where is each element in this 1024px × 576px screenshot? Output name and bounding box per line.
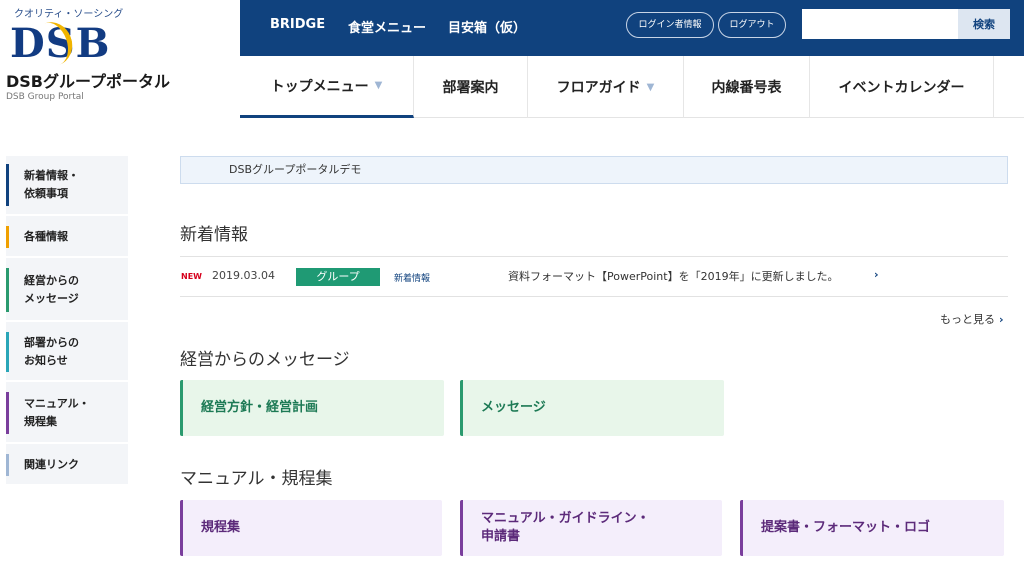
tab-top-menu[interactable]: トップメニュー ▼ [240,56,414,118]
card-proposals-formats[interactable]: 提案書・フォーマット・ロゴ [740,500,1004,556]
sidebar-accent [6,454,9,476]
portal-subtitle: DSB Group Portal [6,92,84,102]
card-manuals-guidelines[interactable]: マニュアル・ガイドライン・ 申請書 [460,500,722,556]
tab-label: 部署案内 [442,80,499,96]
more-link[interactable]: もっと見る › [940,311,1004,327]
logo-tagline: クオリティ・ソーシング [14,9,124,20]
card-label: 規程集 [201,520,241,535]
portal-banner: DSBグループポータルデモ [180,156,1008,184]
news-category: 新着情報 [394,274,431,284]
sidebar-item-news[interactable]: 新着情報・ 依頼事項 [6,156,128,216]
sidebar-accent [6,332,9,372]
sidebar: 新着情報・ 依頼事項 各種情報 経営からの メッセージ 部署からの お知らせ マ… [6,156,128,486]
card-label: マニュアル・ガイドライン・ 申請書 [481,511,650,544]
sidebar-accent [6,392,9,434]
tab-label: トップメニュー [270,78,369,95]
sidebar-item-info[interactable]: 各種情報 [6,218,128,258]
sidebar-item-label: 各種情報 [24,230,68,243]
sidebar-accent [6,164,9,206]
more-link-label: もっと見る [940,313,995,326]
link-bridge[interactable]: BRIDGE [270,17,325,32]
sidebar-accent [6,268,9,312]
sidebar-item-department[interactable]: 部署からの お知らせ [6,324,128,382]
chevron-down-icon: ▼ [646,81,655,93]
sidebar-item-management[interactable]: 経営からの メッセージ [6,260,128,322]
card-label: 提案書・フォーマット・ロゴ [761,520,931,535]
tab-extension-list[interactable]: 内線番号表 [684,56,810,118]
tab-label: イベントカレンダー [838,80,965,96]
sidebar-item-label: 新着情報・ 依頼事項 [24,169,79,200]
search-button[interactable]: 検索 [958,9,1010,39]
tab-departments[interactable]: 部署案内 [414,56,528,118]
news-item-link[interactable]: 資料フォーマット【PowerPoint】を「2019年」に更新しました。 [508,268,839,284]
sidebar-accent [6,226,9,248]
tab-floor-guide[interactable]: フロアガイド ▼ [528,56,684,118]
card-label: メッセージ [481,400,546,415]
management-heading: 経営からのメッセージ [180,350,350,370]
dsb-logo-mark: DSB [10,16,110,72]
tab-label: フロアガイド [556,80,641,96]
chevron-right-icon: › [999,313,1004,326]
logo-block[interactable]: クオリティ・ソーシング DSB DSBグループポータル DSB Group Po… [0,0,240,118]
news-group-tag: グループ [296,268,380,286]
tab-event-calendar[interactable]: イベントカレンダー [810,56,994,118]
new-badge: NEW [181,272,202,281]
link-cafeteria-menu[interactable]: 食堂メニュー [348,17,426,36]
divider [180,296,1008,297]
chevron-down-icon: ▼ [374,80,383,91]
card-regulations[interactable]: 規程集 [180,500,442,556]
sidebar-item-links[interactable]: 関連リンク [6,446,128,486]
login-info-button[interactable]: ログイン者情報 [626,12,714,38]
divider [180,256,1008,257]
chevron-right-icon[interactable]: › [874,268,879,281]
tab-label: 内線番号表 [711,80,782,96]
card-label: 経営方針・経営計画 [201,400,319,415]
manuals-heading: マニュアル・規程集 [180,469,333,489]
logout-button[interactable]: ログアウト [718,12,786,38]
portal-name: DSBグループポータル [6,72,171,91]
card-message[interactable]: メッセージ [460,380,724,436]
sidebar-item-manuals[interactable]: マニュアル・ 規程集 [6,384,128,444]
link-suggestion-box[interactable]: 目安箱（仮） [448,17,526,36]
sidebar-item-label: 経営からの メッセージ [24,274,79,305]
sidebar-item-label: マニュアル・ 規程集 [24,397,90,428]
top-bar: BRIDGE 食堂メニュー 目安箱（仮） ログイン者情報 ログアウト 検索 [240,0,1024,56]
search-input[interactable] [802,9,958,39]
news-heading: 新着情報 [180,225,248,245]
card-management-policy[interactable]: 経営方針・経営計画 [180,380,444,436]
sidebar-item-label: 部署からの お知らせ [24,336,79,367]
news-date: 2019.03.04 [212,269,275,282]
sidebar-item-label: 関連リンク [24,458,79,471]
main-nav: トップメニュー ▼ 部署案内 フロアガイド ▼ 内線番号表 イベントカレンダー [240,56,1024,118]
